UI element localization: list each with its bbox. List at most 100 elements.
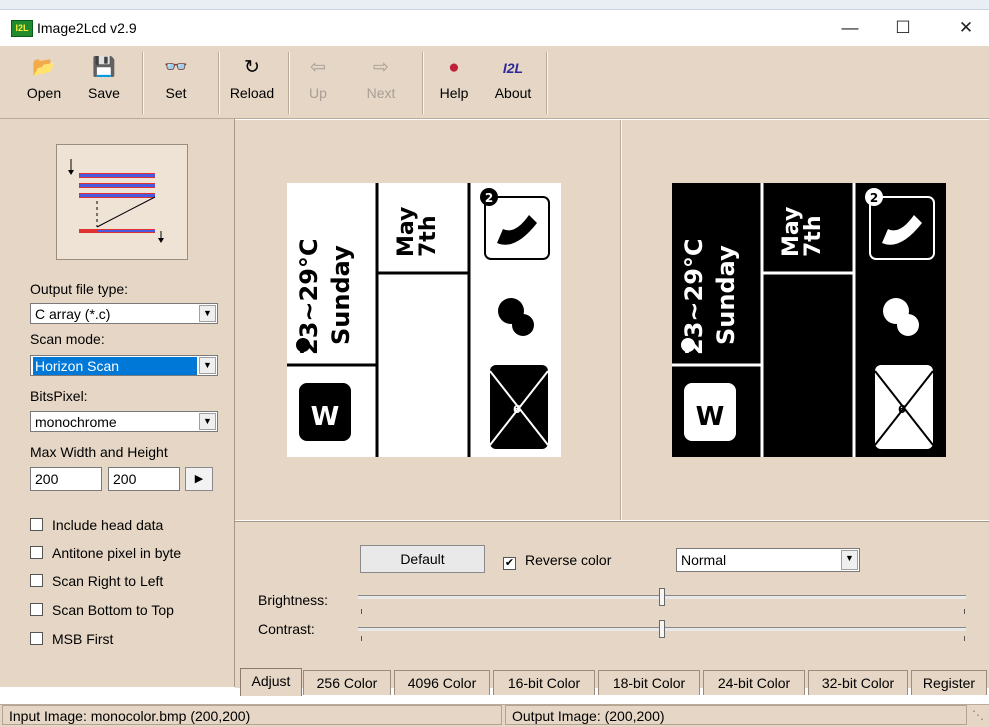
- arrow-left-icon: ⇦: [310, 57, 326, 78]
- chevron-down-icon: ▼: [199, 357, 216, 374]
- toolbar-separator: [218, 52, 220, 114]
- date-text-group: 7th: [801, 216, 826, 258]
- color-mode-select[interactable]: Normal ▼: [676, 548, 860, 572]
- chevron-down-icon: ▼: [841, 550, 858, 570]
- reload-button[interactable]: ↻ Reload: [224, 56, 280, 114]
- arrow-right-icon: ⇨: [373, 57, 389, 78]
- minimize-button[interactable]: —: [827, 10, 873, 46]
- brightness-label: Brightness:: [258, 592, 329, 608]
- temperature-text-group: 23~29°C: [680, 238, 708, 355]
- contrast-slider-thumb[interactable]: [659, 620, 665, 638]
- scan-direction-icon: [68, 159, 164, 243]
- up-button[interactable]: ⇦ Up: [296, 56, 340, 114]
- checkbox-box: [30, 632, 43, 645]
- tab-32-bit-color[interactable]: 32-bit Color: [808, 670, 908, 695]
- checkmark-icon: ✔: [503, 557, 516, 570]
- tab-256-color[interactable]: 256 Color: [303, 670, 391, 695]
- preview-divider: [620, 120, 622, 520]
- toolbar-separator: [546, 52, 548, 114]
- help-button[interactable]: ● Help: [430, 56, 478, 114]
- open-button[interactable]: 📂 Open: [18, 56, 70, 114]
- include-head-data-checkbox[interactable]: Include head data: [30, 517, 163, 533]
- brightness-slider-thumb[interactable]: [659, 588, 665, 606]
- scan-bottom-to-top-checkbox[interactable]: Scan Bottom to Top: [30, 602, 174, 618]
- bits-pixel-select[interactable]: monochrome ▼: [30, 411, 218, 432]
- checkbox-box: [30, 546, 43, 559]
- antitone-pixel-checkbox[interactable]: Antitone pixel in byte: [30, 545, 181, 561]
- background-window-strip: [0, 0, 989, 10]
- toolbar-separator: [288, 52, 290, 114]
- logo-letter: W: [696, 402, 725, 432]
- sun-icon: [681, 338, 695, 352]
- logo-letter: W: [311, 402, 340, 432]
- open-folder-icon: 📂: [32, 57, 56, 78]
- checkbox-box: [30, 574, 43, 587]
- mail-count: 6: [898, 403, 906, 416]
- save-button[interactable]: 💾 Save: [82, 56, 126, 114]
- input-image: 23~29°C Sunday May 7th 2 6 W: [287, 183, 561, 457]
- day-text-group: Sunday: [327, 245, 355, 345]
- floppy-disk-icon: 💾: [92, 57, 116, 78]
- scan-mode-diagram: [56, 144, 188, 260]
- date-text: 7th: [801, 216, 826, 258]
- window-title: Image2Lcd v2.9: [37, 20, 137, 36]
- scan-mode-select[interactable]: Horizon Scan ▼: [30, 355, 218, 376]
- next-button[interactable]: ⇨ Next: [356, 56, 406, 114]
- scan-mode-label: Scan mode:: [30, 331, 105, 347]
- mail-count: 6: [513, 403, 521, 416]
- checkbox-box: [30, 518, 43, 531]
- settings-button[interactable]: 👓 Set: [154, 56, 198, 114]
- app-icon: I2L: [11, 20, 33, 37]
- scan-right-to-left-checkbox[interactable]: Scan Right to Left: [30, 573, 163, 589]
- day-text: Sunday: [712, 245, 740, 345]
- slider-tick: [964, 636, 965, 641]
- slider-tick: [361, 609, 362, 614]
- contrast-label: Contrast:: [258, 621, 315, 637]
- adjust-panel: [235, 521, 989, 688]
- close-button[interactable]: ✕: [943, 10, 989, 46]
- date-text-group: 7th: [416, 216, 441, 258]
- input-image-status: Input Image: monocolor.bmp (200,200): [2, 705, 502, 725]
- day-text: Sunday: [327, 245, 355, 345]
- temperature-text-group: 23~29°C: [295, 238, 323, 355]
- about-button[interactable]: I2L About: [484, 56, 542, 114]
- help-book-icon: ●: [448, 57, 460, 78]
- tab-16-bit-color[interactable]: 16-bit Color: [493, 670, 595, 695]
- about-icon: I2L: [502, 60, 524, 76]
- chevron-down-icon: ▼: [199, 305, 216, 322]
- bits-pixel-label: BitsPixel:: [30, 388, 88, 404]
- toolbar-separator: [142, 52, 144, 114]
- checkbox-box: [30, 603, 43, 616]
- temperature-text: 23~29°C: [295, 238, 323, 355]
- date-text: 7th: [416, 216, 441, 258]
- reverse-color-checkbox[interactable]: ✔ Reverse color: [503, 552, 611, 570]
- tab-24-bit-color[interactable]: 24-bit Color: [703, 670, 805, 695]
- slider-tick: [361, 636, 362, 641]
- output-file-type-label: Output file type:: [30, 281, 129, 297]
- tab-adjust[interactable]: Adjust: [240, 668, 302, 696]
- chevron-down-icon: ▼: [199, 413, 216, 430]
- slider-tick: [964, 609, 965, 614]
- badge-count: 2: [870, 191, 878, 205]
- tab-register[interactable]: Register: [911, 670, 987, 695]
- tab-4096-color[interactable]: 4096 Color: [394, 670, 490, 695]
- sun-icon: [296, 338, 310, 352]
- tab-18-bit-color[interactable]: 18-bit Color: [598, 670, 700, 695]
- toolbar-separator: [422, 52, 424, 114]
- apply-size-button[interactable]: ▶: [185, 467, 213, 491]
- output-file-type-select[interactable]: C array (*.c) ▼: [30, 303, 218, 324]
- max-width-input[interactable]: 200: [30, 467, 102, 491]
- maximize-button[interactable]: ☐: [880, 10, 926, 46]
- output-image: 23~29°C Sunday May 7th 2 6 W: [672, 183, 946, 457]
- msb-first-checkbox[interactable]: MSB First: [30, 631, 113, 647]
- max-size-label: Max Width and Height: [30, 444, 168, 460]
- resize-grip-icon[interactable]: ⋱: [972, 708, 986, 722]
- max-height-input[interactable]: 200: [108, 467, 180, 491]
- glasses-icon: 👓: [164, 57, 188, 78]
- play-arrow-icon: ▶: [194, 473, 204, 485]
- output-image-status: Output Image: (200,200): [505, 705, 967, 725]
- temperature-text: 23~29°C: [680, 238, 708, 355]
- day-text-group: Sunday: [712, 245, 740, 345]
- badge-count: 2: [485, 191, 493, 205]
- default-button[interactable]: Default: [360, 545, 485, 573]
